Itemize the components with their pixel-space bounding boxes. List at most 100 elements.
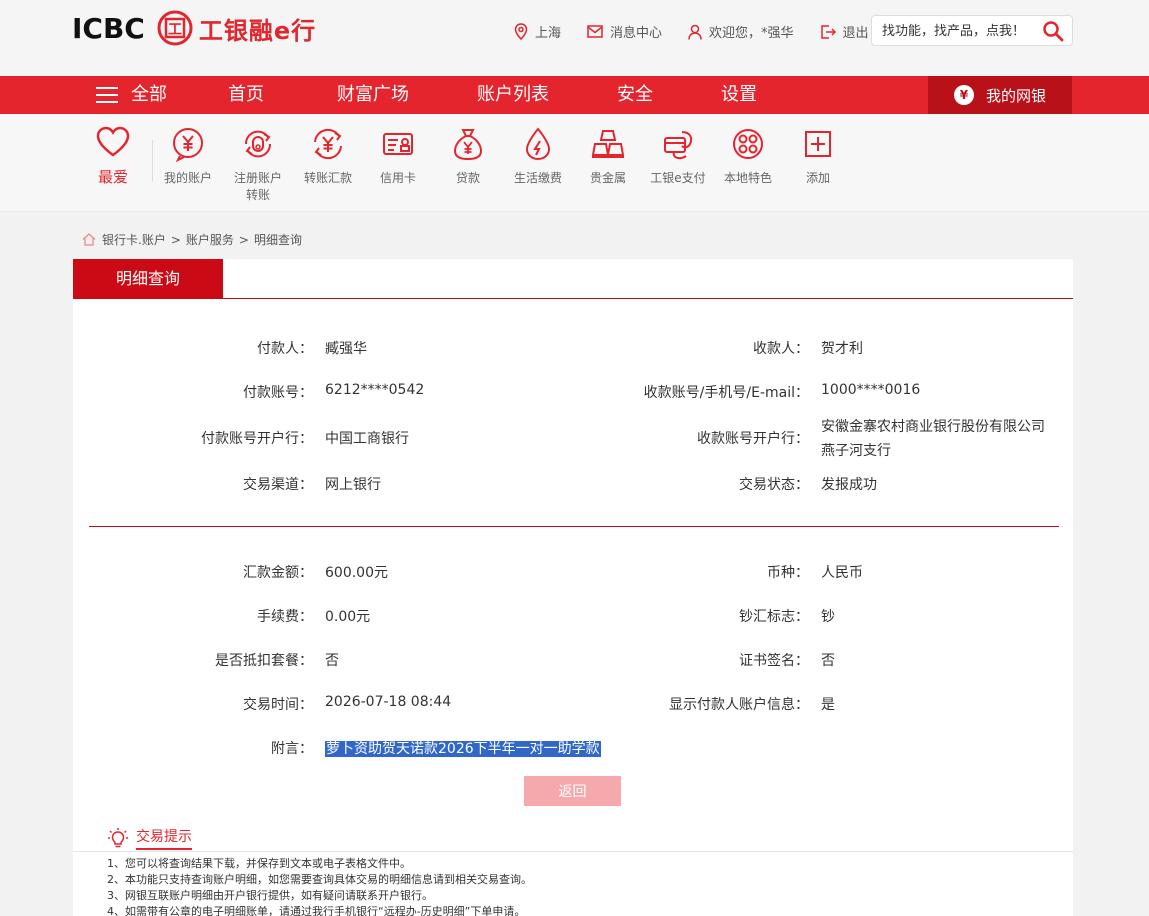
money-bag-icon <box>453 129 483 161</box>
top-links: 上海 消息中心 欢迎您，*强华 退出 <box>514 22 895 41</box>
channel-label: 交易渠道： <box>243 477 313 493</box>
shortcut-label: 注册账户转账 <box>233 171 282 202</box>
favorites-label: 最爱 <box>97 168 128 186</box>
shortcut-label: 转账汇款 <box>303 171 352 185</box>
my-bank-button[interactable]: ¥ 我的网银 <box>928 76 1072 114</box>
remark-label: 附言： <box>271 741 313 757</box>
nav-settings[interactable]: 设置 <box>721 76 757 114</box>
detail-card: 明细查询 付款人： 臧强华 收款人： 贺才利 付款账号： 6212****054… <box>73 259 1073 814</box>
tips-list: 1、您可以将查询结果下载，并保存到文本或电子表格文件中。 2、本功能只支持查询账… <box>107 856 532 916</box>
status-value: 发报成功 <box>821 477 877 493</box>
time-value: 2026-07-18 08:44 <box>325 694 452 710</box>
search-input[interactable] <box>882 21 1037 41</box>
shortcut-precious-metals[interactable]: 贵金属 <box>573 126 643 187</box>
package-label: 是否抵扣套餐： <box>215 653 313 669</box>
cert-label: 证书签名： <box>739 653 809 669</box>
shortcut-epay[interactable]: 工银e支付 <box>643 126 713 187</box>
local-icon <box>733 129 763 159</box>
tab-detail-query[interactable]: 明细查询 <box>73 259 223 299</box>
hamburger-icon <box>96 87 118 103</box>
back-button[interactable]: 返回 <box>524 776 621 806</box>
shortcut-credit-card[interactable]: 信用卡 <box>363 126 433 187</box>
search-icon[interactable] <box>1042 20 1064 42</box>
home-icon[interactable] <box>82 233 96 246</box>
my-bank-label: 我的网银 <box>985 86 1046 105</box>
payee-account-value: 1000****0016 <box>821 382 921 398</box>
tip-item: 4、如需带有公章的电子明细账单，请通过我行手机银行“远程办-历史明细”下单申请。 <box>107 905 526 916</box>
nav-security[interactable]: 安全 <box>617 76 653 114</box>
logout-icon <box>820 24 836 39</box>
payer-bank-value: 中国工商银行 <box>325 431 409 447</box>
breadcrumb-separator: > <box>170 232 181 247</box>
payee-bank-label: 收款账号开户行： <box>697 431 809 447</box>
icbc-logo[interactable]: ICBC 工 工银融e行 <box>72 10 316 46</box>
cert-value: 否 <box>821 653 835 669</box>
breadcrumb-separator: > <box>238 232 249 247</box>
brand-name: 工银融e行 <box>198 16 317 45</box>
tip-item: 2、本功能只支持查询账户明细，如您需要查询具体交易的明细信息请到相关交易查询。 <box>107 873 532 886</box>
gold-bar-icon <box>591 130 625 158</box>
tips-header: 交易提示 <box>107 826 192 850</box>
messages-label: 消息中心 <box>610 26 663 41</box>
epay-icon <box>664 131 693 160</box>
seal-glyph: 工 <box>168 22 182 38</box>
logo-text: ICBC <box>72 11 145 45</box>
messages-link[interactable]: 消息中心 <box>587 22 662 41</box>
remark-value[interactable]: 萝卜资助贺天诺款2026下半年一对一助学款 <box>325 738 601 758</box>
nav-all-label: 全部 <box>131 84 167 105</box>
location-link[interactable]: 上海 <box>514 22 561 41</box>
amount-value: 600.00元 <box>325 565 388 581</box>
location-label: 上海 <box>535 26 562 41</box>
amount-label: 汇款金额： <box>243 565 313 581</box>
location-pin-icon <box>514 23 528 40</box>
shortcut-remittance[interactable]: 转账汇款 <box>293 126 363 187</box>
tips-title: 交易提示 <box>136 826 192 850</box>
currency-label: 币种： <box>767 565 809 581</box>
user-icon <box>688 24 702 40</box>
welcome-label: 欢迎您，*强华 <box>709 26 794 41</box>
shortcut-utilities[interactable]: 生活缴费 <box>503 126 573 187</box>
shortcut-label: 贵金属 <box>589 171 626 185</box>
transaction-tips: 交易提示 1、您可以将查询结果下载，并保存到文本或电子表格文件中。 2、本功能只… <box>73 814 1073 916</box>
breadcrumb-account-service[interactable]: 账户服务 <box>186 231 234 248</box>
nav-accounts[interactable]: 账户列表 <box>477 76 549 114</box>
top-header: ICBC 工 工银融e行 上海 消息中心 欢迎您，*强华 退出 找功能，找产品，… <box>0 0 1149 76</box>
shortcut-label: 添加 <box>805 171 830 185</box>
payee-account-label: 收款账号/手机号/E-mail： <box>643 385 809 401</box>
tip-item: 3、网银互联账户明细由开户银行提供，如有疑问请联系开户银行。 <box>107 889 433 902</box>
heart-icon <box>96 126 130 157</box>
logout-link[interactable]: 退出 <box>820 22 869 41</box>
add-icon <box>805 131 831 157</box>
welcome-user[interactable]: 欢迎您，*强华 <box>688 22 794 41</box>
nav-home[interactable]: 首页 <box>228 76 264 114</box>
nav-all-menu[interactable]: 全部 <box>96 76 167 114</box>
shortcut-label: 生活缴费 <box>513 171 562 185</box>
utility-icon <box>525 127 551 161</box>
tab-underline <box>73 298 1073 299</box>
time-label: 交易时间： <box>243 697 313 713</box>
payer-bank-label: 付款账号开户行： <box>201 431 313 447</box>
shortcut-loan[interactable]: 贷款 <box>433 126 503 187</box>
icbc-seal-icon: 工 <box>157 10 193 46</box>
shortcut-local[interactable]: 本地特色 <box>713 126 783 187</box>
show-payer-label: 显示付款人账户信息： <box>669 697 809 713</box>
fee-label: 手续费： <box>257 609 313 625</box>
search-box <box>871 15 1073 46</box>
shortcut-label: 信用卡 <box>379 171 416 185</box>
payee-value: 贺才利 <box>821 341 863 357</box>
shortcut-label: 贷款 <box>455 171 480 185</box>
favorites-button[interactable]: 最爱 <box>94 126 132 187</box>
shortcut-label: 我的账户 <box>163 171 212 185</box>
currency-value: 人民币 <box>821 565 863 581</box>
shortcut-registered-transfer[interactable]: 注册账户转账 <box>223 126 293 204</box>
logout-label: 退出 <box>842 26 869 41</box>
shortcut-my-account[interactable]: 我的账户 <box>153 126 223 187</box>
channel-value: 网上银行 <box>325 477 381 493</box>
section-divider <box>89 526 1059 527</box>
shortcut-add[interactable]: 添加 <box>783 126 853 187</box>
remark-selected-text[interactable]: 萝卜资助贺天诺款2026下半年一对一助学款 <box>325 741 601 757</box>
breadcrumb-cards[interactable]: 银行卡.账户 <box>102 231 166 248</box>
breadcrumb: 银行卡.账户 > 账户服务 > 明细查询 <box>82 231 302 248</box>
breadcrumb-detail-query: 明细查询 <box>253 233 302 247</box>
nav-wealth[interactable]: 财富广场 <box>337 76 409 114</box>
